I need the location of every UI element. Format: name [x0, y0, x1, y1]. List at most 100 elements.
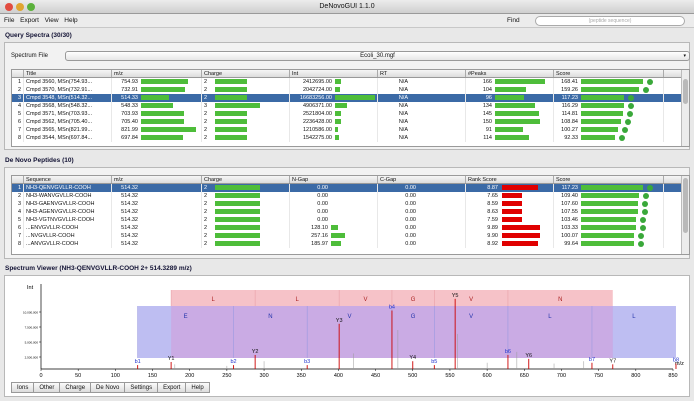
column-header[interactable]: RT — [378, 70, 466, 77]
column-header[interactable]: Score — [554, 70, 664, 77]
tab-help[interactable]: Help — [186, 382, 210, 393]
table-row[interactable]: 3 Cmpd 3548, MSn(514.32... 514.33 2 16683256… — [12, 94, 689, 102]
table-row[interactable]: 1 NH3-QENVGVLLR-COOH 514.32 2 0.00 0.00 8.87 11… — [12, 184, 689, 192]
row-index: 3 — [12, 94, 24, 102]
validated-icon[interactable] — [639, 216, 646, 223]
x-tick-label: 500 — [408, 373, 417, 379]
validated-icon[interactable] — [624, 118, 631, 125]
table-row[interactable]: 4 NH3-AGENVGVLLR-COOH 514.32 2 0.00 0.00 8.63 1… — [12, 208, 689, 216]
column-header[interactable]: Charge — [202, 176, 290, 183]
validated-icon[interactable] — [643, 86, 650, 93]
table-row[interactable]: 2 Cmpd 3570, MSn(732.91... 732.91 2 2042724.… — [12, 86, 689, 94]
column-header[interactable]: Rank Score — [466, 176, 554, 183]
tab-de-novo[interactable]: De Novo — [91, 382, 126, 393]
peaks-value: 166 — [482, 79, 492, 85]
tab-export[interactable]: Export — [158, 382, 187, 393]
sequence-value: ...ENVGVLLR-COOH — [26, 225, 79, 231]
ion-label: b4 — [389, 305, 395, 311]
spectrum-file-select[interactable]: Ecoli_30.mgf ▾ — [65, 51, 690, 61]
y-ion-letter: V — [364, 297, 368, 303]
menu-export[interactable]: Export — [20, 14, 39, 28]
table-row[interactable]: 6 ...ENVGVLLR-COOH 514.32 2 128.10 0.00 9.89 10… — [12, 224, 689, 232]
tab-settings[interactable]: Settings — [125, 382, 159, 393]
charge-bar — [215, 87, 247, 93]
validated-icon[interactable] — [642, 200, 649, 207]
mz-value: 514.32 — [121, 201, 138, 207]
scrollbar[interactable] — [681, 70, 689, 146]
validated-icon[interactable] — [637, 232, 644, 239]
mz-cell: 514.32 — [112, 184, 202, 192]
mz-cell: 705.40 — [112, 118, 202, 126]
validated-icon[interactable] — [639, 224, 646, 231]
column-header[interactable]: Title — [24, 70, 112, 77]
intensity-value: 2521804.00 — [302, 111, 332, 117]
close-icon[interactable] — [5, 3, 13, 11]
table-row[interactable]: 1 Cmpd 3560, MSn(754.93... 754.93 2 2412695.… — [12, 78, 689, 86]
menu-view[interactable]: View — [45, 14, 59, 28]
table-row[interactable]: 6 Cmpd 3562, MSn(705.40... 705.40 2 2236428.… — [12, 118, 689, 126]
column-header[interactable]: Score — [554, 176, 664, 183]
validated-icon[interactable] — [619, 134, 626, 141]
table-row[interactable]: 3 NH3-GAENVGVLLR-COOH 514.32 2 0.00 0.00 8.59 1… — [12, 200, 689, 208]
b-ion-letter: G — [411, 314, 416, 320]
title-value: Cmpd 3548, MSn(514.32... — [26, 95, 93, 101]
column-header[interactable]: C-Gap — [378, 176, 466, 183]
score-value: 107.55 — [561, 209, 578, 215]
scrollbar[interactable] — [681, 176, 689, 254]
table-row[interactable]: 8 ...ANVGVLLR-COOH 514.32 2 185.97 0.00 8.92 99… — [12, 240, 689, 248]
mz-cell: 514.32 — [112, 208, 202, 216]
zoom-icon[interactable] — [27, 3, 35, 11]
mz-cell: 697.84 — [112, 134, 202, 142]
peaks-cell: 114 — [466, 134, 554, 142]
validated-icon[interactable] — [637, 240, 644, 247]
table-row[interactable]: 7 Cmpd 3565, MSn(821.99... 821.99 2 1210586.… — [12, 126, 689, 134]
validated-icon[interactable] — [622, 126, 629, 133]
x-tick-label: 650 — [520, 373, 529, 379]
column-header[interactable]: m/z — [112, 70, 202, 77]
rt-value: N/A — [398, 103, 408, 109]
tab-ions[interactable]: Ions — [11, 382, 35, 393]
table-row[interactable]: 8 Cmpd 3544, MSn(697.84... 697.84 2 1542275.… — [12, 134, 689, 142]
menu-file[interactable]: File — [4, 14, 14, 28]
row-index-value: 6 — [17, 225, 21, 231]
tab-other[interactable]: Other — [34, 382, 61, 393]
validated-icon[interactable] — [627, 110, 634, 117]
column-header[interactable]: Int — [290, 70, 378, 77]
validated-icon[interactable] — [627, 102, 634, 109]
validated-icon[interactable] — [642, 192, 649, 199]
menu-help[interactable]: Help — [64, 14, 77, 28]
table-row[interactable]: 5 Cmpd 3571, MSn(703.93... 703.93 2 2521804.… — [12, 110, 689, 118]
table-row[interactable]: 2 NH3-WANVGVLLR-COOH 514.32 2 0.00 0.00 7.65 10… — [12, 192, 689, 200]
table-row[interactable]: 7 ...NVGVLLR-COOH 514.32 2 257.16 0.00 9.90 100… — [12, 232, 689, 240]
table-row[interactable]: 5 NH3-VGTNVGVLLR-COOH 514.32 2 0.00 0.00 7.59 1… — [12, 216, 689, 224]
score-cell: 117.23 — [554, 184, 664, 192]
score-bar — [581, 87, 640, 93]
validated-icon[interactable] — [647, 78, 653, 85]
row-index: 7 — [12, 126, 24, 134]
b-ion-letter: V — [348, 314, 352, 320]
validated-icon[interactable] — [642, 208, 649, 215]
tab-charge[interactable]: Charge — [60, 382, 92, 393]
scrollbar-thumb[interactable] — [683, 79, 688, 104]
rank-score-value: 8.92 — [487, 241, 498, 247]
spectrum-plot[interactable]: L L V G V NE N V G V L LIntm/z10,000,0007,500,0005,… — [5, 276, 689, 380]
validated-icon[interactable] — [647, 184, 653, 191]
column-header[interactable]: Sequence — [24, 176, 112, 183]
table-row[interactable]: 4 Cmpd 3568, MSn(548.32... 548.33 3 4906371.… — [12, 102, 689, 110]
row-index-value: 4 — [17, 209, 21, 215]
rt-value: N/A — [398, 79, 408, 85]
minimize-icon[interactable] — [16, 3, 24, 11]
column-header[interactable]: Charge — [202, 70, 290, 77]
intensity-cell: 2236428.00 — [290, 118, 378, 126]
column-header[interactable]: m/z — [112, 176, 202, 183]
charge-bar — [215, 225, 260, 231]
column-header[interactable]: N-Gap — [290, 176, 378, 183]
rank-score-value: 8.87 — [487, 185, 498, 191]
find-input[interactable]: (peptide sequence) — [535, 16, 685, 26]
scrollbar-thumb[interactable] — [683, 178, 688, 233]
column-header[interactable] — [12, 176, 24, 183]
column-header[interactable] — [12, 70, 24, 77]
query-spectra-header: Query Spectra (30/30) — [5, 32, 72, 39]
column-header[interactable]: #Peaks — [466, 70, 554, 77]
validated-icon[interactable] — [628, 94, 635, 101]
